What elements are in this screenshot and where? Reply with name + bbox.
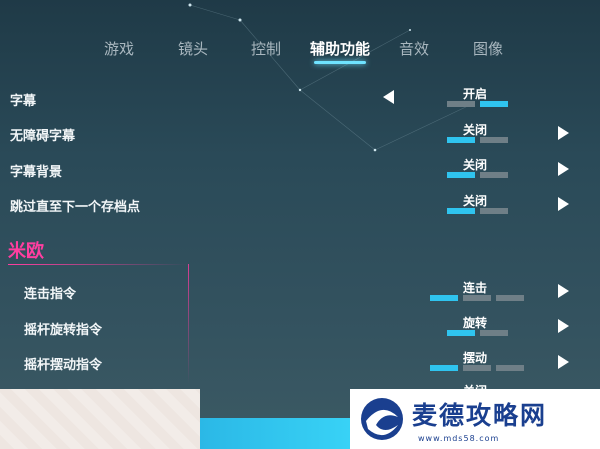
setting-label: 字幕	[10, 94, 37, 109]
option-segment	[463, 365, 491, 371]
setting-label: 跳过直至下一个存档点	[10, 200, 141, 215]
pixelated-overlay	[0, 389, 200, 449]
setting-value: 摆动	[463, 351, 488, 365]
option-segment	[480, 330, 508, 336]
tab-graphics[interactable]: 图像	[473, 38, 503, 59]
option-segment-selected	[430, 295, 458, 301]
option-segment	[496, 365, 524, 371]
setting-label: 字幕背景	[10, 165, 63, 180]
right-arrow-icon[interactable]	[558, 126, 569, 140]
right-arrow-icon[interactable]	[558, 284, 569, 298]
left-arrow-icon[interactable]	[383, 90, 394, 104]
option-segment	[480, 172, 508, 178]
bottom-accent-bar	[200, 418, 350, 449]
watermark-url: www.mds58.com	[418, 434, 500, 443]
setting-label: 无障碍字幕	[10, 129, 76, 144]
section-divider-vertical	[188, 264, 189, 384]
option-segment-selected	[447, 208, 475, 214]
right-arrow-icon[interactable]	[558, 355, 569, 369]
watermark-title: 麦德攻略网	[412, 401, 548, 430]
watermark-logo-icon	[361, 398, 403, 440]
setting-label: 摇杆旋转指令	[24, 323, 103, 338]
tab-camera[interactable]: 镜头	[178, 38, 208, 59]
section-title: 米欧	[8, 241, 44, 262]
tab-controls[interactable]: 控制	[251, 38, 281, 59]
option-segment-selected	[447, 330, 475, 336]
setting-value: 关闭	[463, 123, 488, 137]
option-segment	[480, 137, 508, 143]
tab-game[interactable]: 游戏	[104, 38, 134, 59]
section-divider	[8, 264, 188, 265]
setting-label: 连击指令	[24, 287, 77, 302]
option-segment	[463, 295, 491, 301]
tab-audio[interactable]: 音效	[399, 38, 429, 59]
option-segment-selected	[447, 172, 475, 178]
option-segment-selected	[430, 365, 458, 371]
setting-value: 旋转	[463, 316, 488, 330]
option-segment-selected	[480, 101, 508, 107]
setting-value: 开启	[463, 87, 488, 101]
setting-value: 关闭	[463, 158, 488, 172]
active-tab-indicator	[314, 61, 366, 64]
tab-bar: 游戏 镜头 控制 辅助功能 音效 图像	[0, 38, 600, 68]
setting-value: 关闭	[463, 194, 488, 208]
right-arrow-icon[interactable]	[558, 197, 569, 211]
option-segment	[447, 101, 475, 107]
right-arrow-icon[interactable]	[558, 162, 569, 176]
right-arrow-icon[interactable]	[558, 319, 569, 333]
option-segment-selected	[447, 137, 475, 143]
setting-value: 连击	[463, 281, 488, 295]
option-segment	[496, 295, 524, 301]
setting-label: 摇杆摆动指令	[24, 358, 103, 373]
tab-accessibility[interactable]: 辅助功能	[310, 38, 370, 59]
option-segment	[480, 208, 508, 214]
